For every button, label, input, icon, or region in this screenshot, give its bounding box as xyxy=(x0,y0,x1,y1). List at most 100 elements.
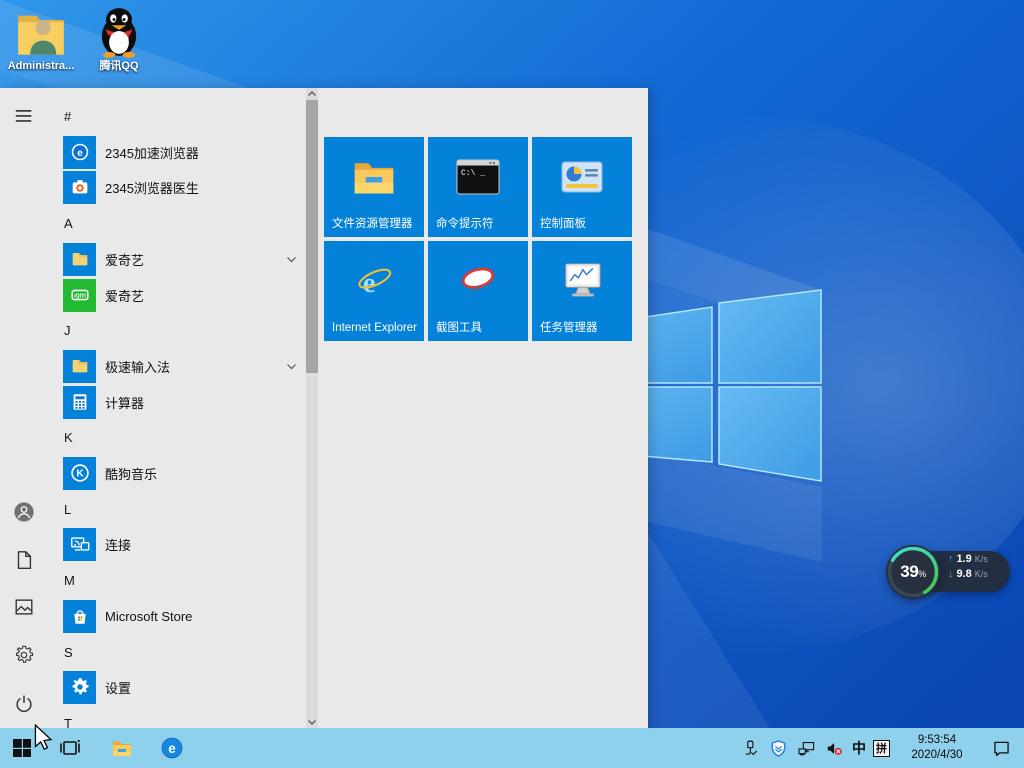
rail-user-button[interactable] xyxy=(0,488,48,536)
tray-network-button[interactable] xyxy=(796,738,817,759)
app-row-calculator[interactable]: 计算器 xyxy=(48,384,306,420)
start-menu-tiles: 文件资源管理器 C:\ _ 命令提示符 控制面板 e Internet Explorer ✂… xyxy=(324,137,632,341)
tile-label: Internet Explorer xyxy=(332,322,418,334)
app-row-iqiyi[interactable]: iQIYI 爱奇艺 xyxy=(48,277,306,313)
taskbar: e 中拼 9:53:54 2020/4/30 xyxy=(0,728,1024,768)
app-list-header-M[interactable]: M xyxy=(48,562,306,598)
taskbar-clock[interactable]: 9:53:54 2020/4/30 xyxy=(905,732,969,764)
app-row-kugou-music[interactable]: K 酷狗音乐 xyxy=(48,455,306,491)
memory-usage-circle[interactable]: 39% xyxy=(886,545,940,599)
tray-usb-button[interactable] xyxy=(740,738,761,759)
tile-label: 文件资源管理器 xyxy=(332,218,413,230)
tile-command-prompt[interactable]: C:\ _ 命令提示符 xyxy=(428,137,528,237)
qq-penguin-icon xyxy=(84,6,154,58)
network-icon xyxy=(797,739,816,758)
taskbar-start-button[interactable] xyxy=(0,728,44,768)
tray-ime-pinyin-button[interactable]: 拼 xyxy=(873,739,890,757)
tray-icons: 中拼 xyxy=(740,738,890,759)
app-list-header-A[interactable]: A xyxy=(48,205,306,241)
action-center-icon xyxy=(993,741,1009,756)
app-row-label: 计算器 xyxy=(105,395,145,411)
rail-pictures-button[interactable] xyxy=(0,583,48,631)
app-row-jisu-ime-folder[interactable]: 极速输入法 xyxy=(48,348,306,384)
tile-file-explorer-icon xyxy=(351,157,397,197)
tb-e-icon: e xyxy=(160,736,184,760)
user-icon xyxy=(13,501,35,523)
iqiyi-icon: iQIYI xyxy=(63,278,96,312)
doctor-case-icon xyxy=(63,170,96,204)
action-center-button[interactable] xyxy=(984,728,1018,768)
app-list-header-K[interactable]: K xyxy=(48,419,306,455)
volume-muted-icon xyxy=(825,739,844,758)
app-row-label: 2345浏览器医生 xyxy=(105,180,199,196)
tb-folder-icon xyxy=(110,736,134,760)
desktop-icon-administrator[interactable]: Administra... xyxy=(6,6,76,73)
start-menu-app-list: # e 2345加速浏览器 2345浏览器医生 A 爱奇艺 iQIYI 爱奇艺 J 极速输入法计算… xyxy=(48,88,306,728)
usb-icon xyxy=(741,739,760,758)
e-circle-icon: e xyxy=(63,135,96,169)
app-row-2345-speed-browser[interactable]: e 2345加速浏览器 xyxy=(48,134,306,170)
rail-settings-button[interactable] xyxy=(0,631,48,679)
tile-snipping-tool[interactable]: ✂ 截图工具 xyxy=(428,241,528,341)
rail-documents-button[interactable] xyxy=(0,536,48,584)
app-row-label: 爱奇艺 xyxy=(105,252,145,268)
tile-task-manager[interactable]: 任务管理器 xyxy=(532,241,632,341)
app-row-label: 酷狗音乐 xyxy=(105,466,158,482)
hamburger-icon xyxy=(13,105,35,127)
kugou-icon: K xyxy=(63,456,96,490)
gear-outline-icon xyxy=(13,644,35,666)
chevron-up-icon xyxy=(308,91,316,96)
download-unit: K/s xyxy=(974,569,988,579)
app-list-scrollbar[interactable] xyxy=(306,88,318,728)
app-row-connect[interactable]: 连接 xyxy=(48,526,306,562)
tray-ime-language-button[interactable]: 中 xyxy=(852,738,866,758)
tile-ie-icon: e xyxy=(351,261,397,301)
app-row-microsoft-store[interactable]: Microsoft Store xyxy=(48,598,306,634)
calculator-icon xyxy=(63,385,96,419)
app-row-label: 2345加速浏览器 xyxy=(105,145,199,161)
app-list-header-J[interactable]: J xyxy=(48,312,306,348)
taskbar-browser-e-button[interactable]: e xyxy=(150,728,194,768)
app-list-header-L[interactable]: L xyxy=(48,491,306,527)
app-row-label: 设置 xyxy=(105,680,132,696)
scroll-down-button[interactable] xyxy=(306,716,318,728)
tray-security-shield-button[interactable] xyxy=(768,738,789,759)
net-speed-widget[interactable]: ↑ 1.9 K/s ↓ 9.8 K/s 39% xyxy=(886,545,1012,599)
rail-power-button[interactable] xyxy=(0,680,48,728)
upload-arrow-icon: ↑ xyxy=(948,553,954,565)
chevron-down-icon xyxy=(285,360,298,373)
app-list-header-#[interactable]: # xyxy=(48,98,306,134)
desktop-icon-tencent-qq[interactable]: 腾讯QQ xyxy=(84,6,154,73)
rail-menu-button[interactable] xyxy=(0,92,48,140)
tile-control-panel[interactable]: 控制面板 xyxy=(532,137,632,237)
download-row: ↓ 9.8 K/s xyxy=(948,568,988,580)
app-row-label: 极速输入法 xyxy=(105,359,171,375)
chevron-down-icon xyxy=(308,720,316,725)
app-row-2345-browser-doctor[interactable]: 2345浏览器医生 xyxy=(48,169,306,205)
app-row-label: 连接 xyxy=(105,537,132,553)
tile-snipping-icon: ✂ xyxy=(455,261,501,301)
scroll-up-button[interactable] xyxy=(306,88,318,100)
upload-row: ↑ 1.9 K/s xyxy=(948,553,988,565)
desktop-screen: Administra... 腾讯QQ # e 2345加速浏览器 2345浏览器医生 A 爱… xyxy=(0,0,1024,768)
tile-control-panel-icon xyxy=(559,157,605,197)
taskbar-file-explorer-button[interactable] xyxy=(100,728,144,768)
svg-text:K: K xyxy=(76,469,84,480)
gear-white-icon xyxy=(63,670,96,704)
svg-text:iQIYI: iQIYI xyxy=(74,293,86,299)
tray-volume-muted-button[interactable] xyxy=(824,738,845,759)
tile-file-explorer[interactable]: 文件资源管理器 xyxy=(324,137,424,237)
app-row-iqiyi-folder[interactable]: 爱奇艺 xyxy=(48,241,306,277)
app-row-label: Microsoft Store xyxy=(105,608,193,624)
download-value: 9.8 xyxy=(956,568,972,580)
app-list-header-T[interactable]: T xyxy=(48,705,306,729)
taskbar-task-view-button[interactable] xyxy=(48,728,92,768)
tile-taskmgr-icon xyxy=(559,261,605,301)
app-row-settings[interactable]: 设置 xyxy=(48,669,306,705)
tile-label: 任务管理器 xyxy=(540,322,598,334)
app-list-header-S[interactable]: S xyxy=(48,634,306,670)
folder-yellow-icon xyxy=(63,242,96,276)
scrollbar-thumb[interactable] xyxy=(306,100,318,373)
tile-internet-explorer[interactable]: e Internet Explorer xyxy=(324,241,424,341)
app-row-label: 爱奇艺 xyxy=(105,288,145,304)
